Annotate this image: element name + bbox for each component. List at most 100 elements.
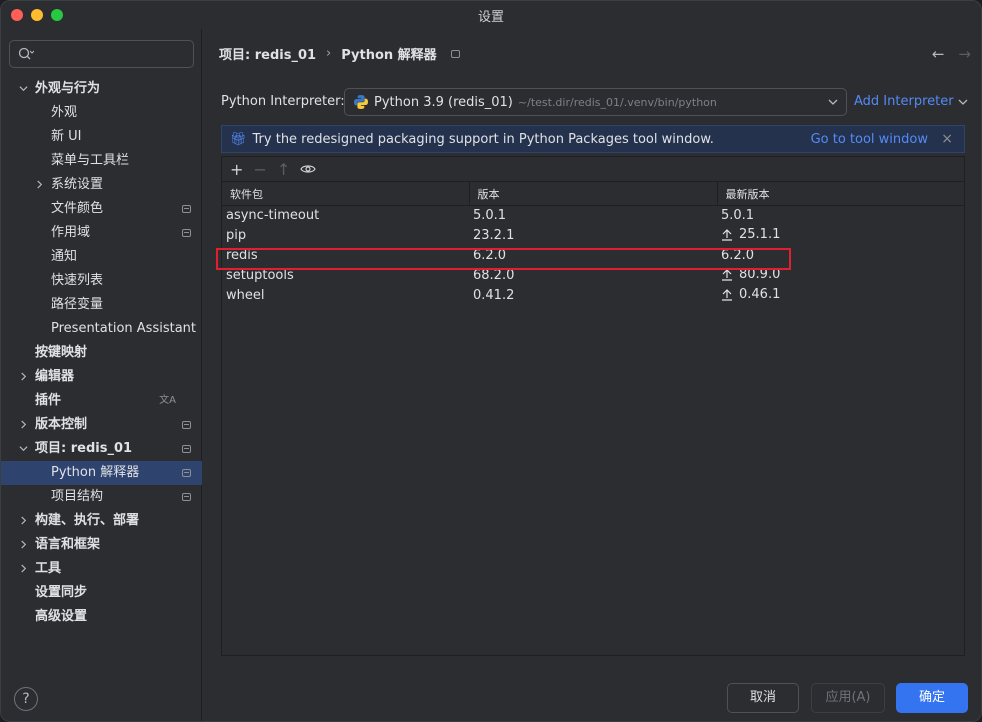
sidebar-item-label: Python 解释器 [51,465,140,480]
chevron-right-icon[interactable] [35,180,44,189]
interpreter-path: ~/test.dir/redis_01/.venv/bin/python [517,95,717,109]
banner-message: Try the redesigned packaging support in … [252,131,714,147]
chevron-right-icon[interactable] [19,564,28,573]
sidebar-item[interactable]: 设置同步 [1,581,202,605]
column-header-version[interactable]: 版本 [469,181,718,206]
sidebar-item-label: 设置同步 [35,585,88,600]
chevron-right-icon[interactable] [19,372,28,381]
sidebar-item[interactable]: 作用域 [1,221,202,245]
sidebar-item[interactable]: Presentation Assistant [1,317,202,341]
sidebar-item[interactable]: 项目结构 [1,485,202,509]
window-title: 设置 [477,9,504,25]
sidebar-item[interactable]: 外观与行为 [1,77,202,101]
chevron-right-icon[interactable] [19,540,28,549]
package-name-cell: async-timeout [222,206,469,226]
settings-tree: 外观与行为外观新 UI 菜单与工具栏 系统设置 文件颜色作用域通知快速列表路径变量 Pr… [1,77,202,629]
help-button[interactable]: ? [14,687,38,711]
sidebar-item[interactable]: 语言和框架 [1,533,202,557]
sidebar-item[interactable]: 通知 [1,245,202,269]
package-version-cell-text: 5.0.1 [473,208,507,224]
breadcrumb-separator: › [326,46,332,61]
python-icon [354,95,368,109]
sidebar-item[interactable]: Python 解释器 [1,461,202,485]
sidebar-item[interactable]: 文件颜色 [1,197,202,221]
settings-search-input[interactable] [9,40,194,68]
sidebar-item-label: 高级设置 [35,609,88,624]
chevron-down-icon[interactable] [19,84,28,93]
sidebar-item[interactable]: 项目: redis_01 [1,437,202,461]
interpreter-select[interactable]: Python 3.9 (redis_01) ~/test.dir/redis_0… [344,88,847,116]
go-to-tool-window-link[interactable]: Go to tool window [811,132,928,147]
package-name-cell-text: setuptools [226,268,294,283]
back-arrow-icon[interactable]: ← [932,45,945,63]
upgrade-available[interactable]: 0.46.1 [721,287,780,302]
upgrade-arrow-icon [722,228,732,241]
package-version-cell: 5.0.1 [469,206,717,226]
settings-sidebar: 外观与行为外观新 UI 菜单与工具栏 系统设置 文件颜色作用域通知快速列表路径变量 Pr… [1,29,202,721]
forward-arrow-icon[interactable]: → [958,45,971,63]
sidebar-item[interactable]: 编辑器 [1,365,202,389]
sidebar-item-label: 项目结构 [51,489,104,504]
apply-button[interactable]: 应用(A) [811,683,885,713]
package-version-cell-text: 23.2.1 [473,228,515,243]
sidebar-item[interactable]: 构建、执行、部署 [1,509,202,533]
add-interpreter-button[interactable]: Add Interpreter [854,94,968,109]
project-scope-icon [182,469,191,477]
sidebar-item-label: 外观 [51,105,78,120]
upgrade-package-icon[interactable]: ↑ [277,160,290,179]
cancel-button[interactable]: 取消 [727,683,799,713]
title-bar: 设置 [1,1,981,29]
column-header-package[interactable]: 软件包 [222,181,470,206]
upgrade-available[interactable]: 25.1.1 [721,227,780,242]
add-package-icon[interactable]: + [230,160,243,179]
project-scope-icon [182,205,191,213]
packages-toolbar: + − ↑ [222,157,964,181]
chevron-down-icon[interactable] [19,444,28,453]
table-row[interactable]: wheel 0.41.2 0.46.1 [222,286,964,306]
add-interpreter-label: Add Interpreter [854,94,954,109]
sidebar-item[interactable]: 快速列表 [1,269,202,293]
window-controls [11,9,63,21]
sidebar-item[interactable]: 路径变量 [1,293,202,317]
sidebar-item-label: 工具 [35,561,62,576]
package-latest-cell: 0.46.1 [717,286,964,306]
sidebar-item[interactable]: 高级设置 [1,605,202,629]
ok-button[interactable]: 确定 [896,683,968,713]
sidebar-item-label: 作用域 [51,225,91,240]
sidebar-item[interactable]: 工具 [1,557,202,581]
maximize-window-button[interactable] [51,9,63,21]
sidebar-item-label: 快速列表 [51,273,104,288]
show-early-releases-eye-icon[interactable] [300,163,316,175]
sidebar-item-label: 构建、执行、部署 [35,513,140,528]
minimize-window-button[interactable] [31,9,43,21]
package-name-cell: wheel [222,286,469,306]
package-latest-cell-text: 0.46.1 [739,286,781,302]
chevron-right-icon[interactable] [19,420,28,429]
sidebar-item[interactable]: 系统设置 [1,173,202,197]
packages-table: 软件包 版本 最新版本 async-timeout 5.0.1 5.0.1 pip 23… [222,181,964,306]
close-icon[interactable]: × [941,131,953,147]
history-nav: ← → [932,45,971,63]
breadcrumb: 项目: redis_01 › Python 解释器 [219,44,460,63]
sidebar-item[interactable]: 菜单与工具栏 [1,149,202,173]
package-name-cell: pip [222,226,469,246]
breadcrumb-project[interactable]: 项目: redis_01 [219,44,316,63]
chevron-right-icon[interactable] [19,516,28,525]
sidebar-item[interactable]: 按键映射 [1,341,202,365]
sidebar-item[interactable]: 新 UI [1,125,202,149]
sidebar-item[interactable]: 版本控制 [1,413,202,437]
package-name-cell-text: wheel [226,288,265,303]
remove-package-icon[interactable]: − [253,160,266,179]
package-latest-cell-text: 25.1.1 [739,226,781,242]
close-window-button[interactable] [11,9,23,21]
package-latest-cell: 5.0.1 [717,206,964,226]
sidebar-item-label: 通知 [51,249,78,264]
package-version-cell-text: 68.2.0 [473,268,515,283]
sidebar-item[interactable]: 插件 文A [1,389,202,413]
package-version-cell-text: 0.41.2 [473,288,515,303]
sidebar-item[interactable]: 外观 [1,101,202,125]
table-row[interactable]: async-timeout 5.0.1 5.0.1 [222,206,964,226]
table-row[interactable]: pip 23.2.1 25.1.1 [222,226,964,246]
project-scope-icon [450,49,460,58]
column-header-latest-version[interactable]: 最新版本 [717,181,964,206]
